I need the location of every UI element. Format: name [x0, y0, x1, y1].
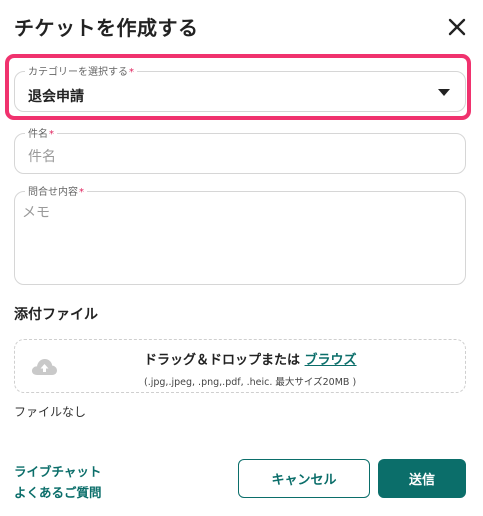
required-mark: * [49, 129, 54, 140]
subject-label-text: 件名 [28, 129, 48, 140]
dropzone-instruction: ドラッグ＆ドロップまたは ブラウズ [144, 349, 357, 368]
faq-link[interactable]: よくあるご質問 [14, 482, 102, 501]
inquiry-label-text: 問合せ内容 [28, 187, 78, 198]
subject-label: 件名* [25, 125, 57, 140]
send-button[interactable]: 送信 [378, 459, 466, 498]
highlight-box [5, 54, 471, 120]
close-button[interactable] [444, 14, 470, 40]
inquiry-textarea[interactable] [14, 191, 466, 285]
allowed-formats: (.jpg,.jpeg, .png,.pdf, .heic. 最大サイズ20MB… [144, 377, 357, 388]
inquiry-label: 問合せ内容* [25, 183, 87, 198]
attachments-heading: 添付ファイル [14, 307, 98, 323]
browse-link[interactable]: ブラウズ [305, 353, 357, 368]
subject-input[interactable] [14, 133, 466, 174]
required-mark: * [79, 187, 84, 198]
live-chat-link[interactable]: ライブチャット [14, 461, 101, 480]
inquiry-placeholder: メモ [22, 205, 50, 221]
subject-placeholder: 件名 [28, 149, 56, 165]
no-file-status: ファイルなし [14, 405, 87, 419]
drop-text: ドラッグ＆ドロップまたは [144, 353, 301, 368]
dialog-title: チケットを作成する [14, 16, 199, 40]
close-icon [448, 18, 466, 36]
cloud-upload-icon [31, 359, 57, 375]
cancel-button[interactable]: キャンセル [238, 459, 370, 498]
